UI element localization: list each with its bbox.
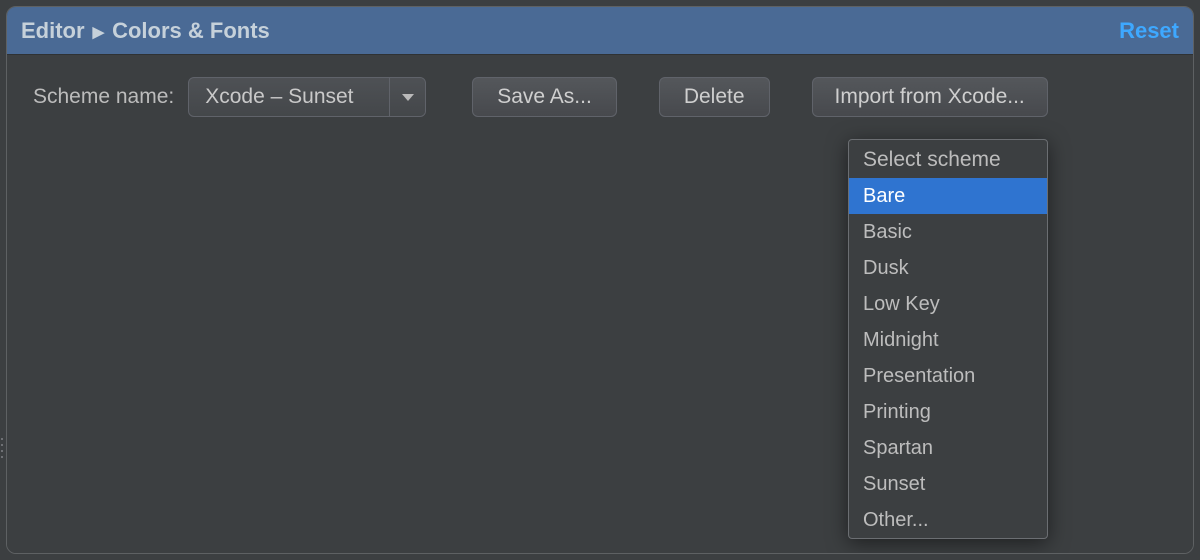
import-scheme-option[interactable]: Low Key bbox=[849, 286, 1047, 322]
panel-content: Scheme name: Xcode – Sunset Save As... D… bbox=[7, 55, 1193, 553]
import-from-xcode-button[interactable]: Import from Xcode... bbox=[812, 77, 1048, 117]
import-scheme-option[interactable]: Bare bbox=[849, 178, 1047, 214]
reset-link[interactable]: Reset bbox=[1119, 18, 1179, 44]
scheme-name-label: Scheme name: bbox=[33, 85, 174, 109]
breadcrumb-item-editor[interactable]: Editor bbox=[21, 18, 85, 44]
import-scheme-option[interactable]: Sunset bbox=[849, 466, 1047, 502]
breadcrumb: Editor ▶ Colors & Fonts bbox=[21, 18, 270, 44]
panel-header: Editor ▶ Colors & Fonts Reset bbox=[7, 7, 1193, 55]
import-scheme-option[interactable]: Spartan bbox=[849, 430, 1047, 466]
toolbar-row: Scheme name: Xcode – Sunset Save As... D… bbox=[7, 55, 1193, 139]
import-scheme-option[interactable]: Presentation bbox=[849, 358, 1047, 394]
scheme-name-dropdown-button[interactable] bbox=[389, 78, 425, 116]
import-scheme-option[interactable]: Basic bbox=[849, 214, 1047, 250]
chevron-down-icon bbox=[402, 94, 414, 101]
import-scheme-option[interactable]: Midnight bbox=[849, 322, 1047, 358]
import-scheme-option[interactable]: Printing bbox=[849, 394, 1047, 430]
scheme-name-combo[interactable]: Xcode – Sunset bbox=[188, 77, 426, 117]
breadcrumb-item-colors-fonts[interactable]: Colors & Fonts bbox=[112, 18, 270, 44]
import-scheme-menu-title: Select scheme bbox=[849, 140, 1047, 178]
vertical-resize-handle[interactable] bbox=[1, 438, 3, 458]
scheme-name-value[interactable]: Xcode – Sunset bbox=[189, 78, 389, 116]
chevron-right-icon: ▶ bbox=[93, 23, 105, 41]
delete-button[interactable]: Delete bbox=[659, 77, 770, 117]
save-as-button[interactable]: Save As... bbox=[472, 77, 617, 117]
import-scheme-option[interactable]: Dusk bbox=[849, 250, 1047, 286]
import-scheme-option[interactable]: Other... bbox=[849, 502, 1047, 538]
import-scheme-menu: Select scheme BareBasicDuskLow KeyMidnig… bbox=[848, 139, 1048, 539]
settings-panel: Editor ▶ Colors & Fonts Reset Scheme nam… bbox=[6, 6, 1194, 554]
